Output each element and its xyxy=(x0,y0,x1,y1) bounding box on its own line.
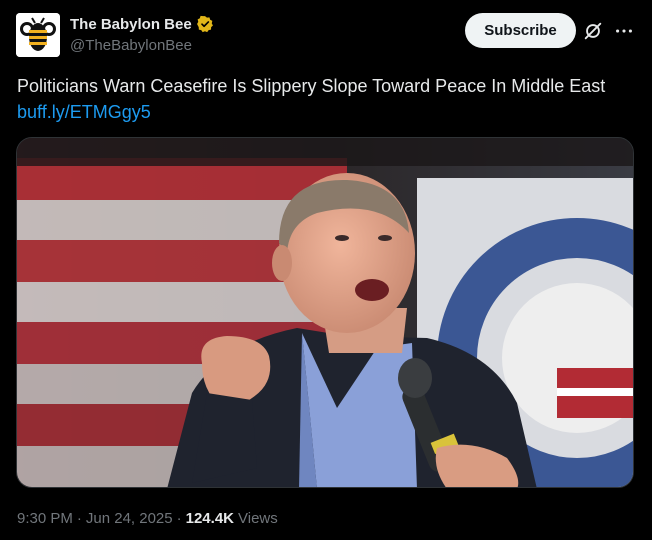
author-display-name[interactable]: The Babylon Bee xyxy=(70,16,192,33)
meta-separator: · xyxy=(76,510,82,527)
tweet-date[interactable]: Jun 24, 2025 xyxy=(86,510,173,527)
author-handle[interactable]: @TheBabylonBee xyxy=(70,37,192,54)
views-count[interactable]: 124.4K xyxy=(186,510,234,527)
tweet-time[interactable]: 9:30 PM xyxy=(17,510,73,527)
avatar[interactable] xyxy=(16,13,60,57)
subscribe-button[interactable]: Subscribe xyxy=(465,13,576,48)
tweet-text: Politicians Warn Ceasefire Is Slippery S… xyxy=(17,76,606,96)
tweet-link[interactable]: buff.ly/ETMGgy5 xyxy=(17,100,151,124)
more-options-icon[interactable] xyxy=(613,20,635,42)
bee-logo-icon xyxy=(16,13,60,57)
tweet-media-photo[interactable] xyxy=(16,137,634,488)
verified-badge-icon[interactable] xyxy=(196,15,214,33)
views-label: Views xyxy=(238,510,278,527)
meta-separator: · xyxy=(176,510,182,527)
author-name-row: The Babylon Bee xyxy=(70,14,214,34)
tweet-meta: 9:30 PM · Jun 24, 2025 · 124.4K Views xyxy=(17,510,278,527)
grok-icon[interactable] xyxy=(582,20,604,42)
